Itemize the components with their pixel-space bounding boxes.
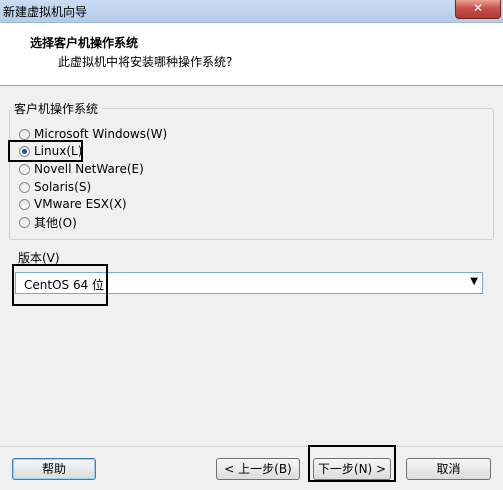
radio-icon[interactable] xyxy=(19,163,30,175)
radio-esx[interactable]: VMware ESX(X) xyxy=(19,196,127,212)
radio-label: 其他(O) xyxy=(34,215,77,230)
highlight-version-box xyxy=(12,264,108,306)
footer-divider xyxy=(0,446,503,447)
close-icon: ✕ xyxy=(472,1,484,15)
wizard-header: 选择客户机操作系统 此虚拟机中将安装哪种操作系统? xyxy=(0,23,503,86)
radio-other[interactable]: 其他(O) xyxy=(19,214,77,230)
highlight-next-box xyxy=(308,445,396,482)
radio-solaris[interactable]: Solaris(S) xyxy=(19,179,91,195)
help-button[interactable]: 帮助 xyxy=(12,458,96,480)
radio-netware[interactable]: Novell NetWare(E) xyxy=(19,161,144,177)
close-button[interactable]: ✕ xyxy=(455,0,501,19)
radio-icon[interactable] xyxy=(19,128,30,140)
back-button[interactable]: < 上一步(B) xyxy=(216,458,300,480)
radio-icon[interactable] xyxy=(19,198,30,210)
highlight-linux-box xyxy=(8,140,83,162)
radio-icon[interactable] xyxy=(19,216,30,228)
radio-icon[interactable] xyxy=(19,181,30,193)
guest-os-legend: 客户机操作系统 xyxy=(10,100,103,117)
cancel-button[interactable]: 取消 xyxy=(406,458,491,480)
window-title: 新建虚拟机向导 xyxy=(3,5,88,19)
radio-label: Microsoft Windows(W) xyxy=(34,127,168,141)
page-subtitle: 此虚拟机中将安装哪种操作系统? xyxy=(58,55,233,69)
chevron-down-icon[interactable]: ▼ xyxy=(470,276,478,287)
page-title: 选择客户机操作系统 xyxy=(30,36,139,50)
radio-label: VMware ESX(X) xyxy=(34,197,127,211)
radio-label: Novell NetWare(E) xyxy=(34,162,144,176)
radio-label: Solaris(S) xyxy=(34,180,92,194)
title-bar: 新建虚拟机向导 ✕ xyxy=(0,0,503,23)
